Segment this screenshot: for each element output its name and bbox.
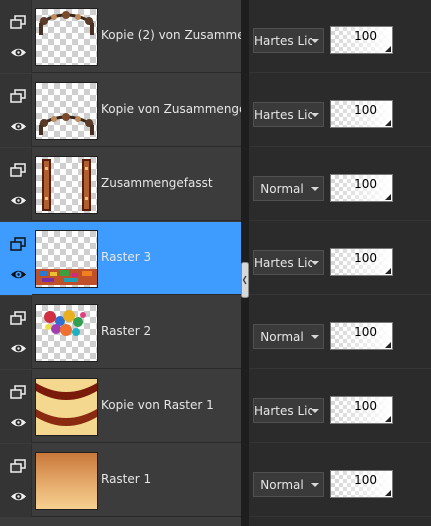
layer-properties-row: Normal 100 [249,148,431,221]
blend-mode-label: Hartes Licht [254,108,312,122]
eye-icon[interactable] [10,341,27,356]
layer-properties: Hartes Licht 100 Hartes Licht 100 Normal… [249,0,431,526]
layer-group-icon[interactable] [10,385,27,400]
layer-row[interactable]: Kopie von Raster 1 [0,370,241,443]
chevron-down-icon [311,483,319,487]
opacity-field[interactable]: 100 [330,396,393,424]
opacity-value: 100 [354,29,377,43]
blend-mode-label: Hartes Licht [254,256,312,270]
opacity-slider-handle-icon[interactable] [385,490,391,496]
layer-name[interactable]: Raster 2 [101,324,241,338]
layer-controls [0,74,32,147]
eye-icon[interactable] [10,267,27,282]
layer-thumbnail [35,230,98,288]
chevron-down-icon [311,261,319,265]
opacity-field[interactable]: 100 [330,322,393,350]
blend-mode-dropdown[interactable]: Hartes Licht [253,102,324,127]
opacity-slider-handle-icon[interactable] [385,194,391,200]
layer-name[interactable]: Raster 3 [101,250,241,264]
blend-mode-dropdown[interactable]: Hartes Licht [253,398,324,423]
splitter-handle-icon[interactable] [241,262,249,298]
layer-group-icon[interactable] [10,459,27,474]
opacity-field[interactable]: 100 [330,26,393,54]
layer-name[interactable]: Zusammengefasst [101,176,241,190]
opacity-field[interactable]: 100 [330,470,393,498]
layer-thumbnail [35,156,98,214]
eye-icon[interactable] [10,489,27,504]
chevron-down-icon [311,409,319,413]
layer-name[interactable]: Raster 1 [101,472,241,486]
layer-group-icon[interactable] [10,89,27,104]
opacity-value: 100 [354,103,377,117]
blend-mode-dropdown[interactable]: Hartes Licht [253,250,324,275]
opacity-value: 100 [354,251,377,265]
layer-thumbnail [35,378,98,436]
layer-row[interactable]: Raster 3 [0,222,241,295]
blend-mode-label: Hartes Licht [254,34,312,48]
layer-thumbnail [35,8,98,66]
blend-mode-dropdown[interactable]: Normal [253,324,324,349]
opacity-value: 100 [354,325,377,339]
eye-icon[interactable] [10,119,27,134]
eye-icon[interactable] [10,45,27,60]
opacity-slider-handle-icon[interactable] [385,342,391,348]
chevron-down-icon [311,39,319,43]
layer-thumbnail [35,304,98,362]
layer-group-icon[interactable] [10,15,27,30]
blend-mode-dropdown[interactable]: Normal [253,176,324,201]
layer-group-icon[interactable] [10,311,27,326]
opacity-value: 100 [354,473,377,487]
layer-controls [0,148,32,221]
eye-icon[interactable] [10,415,27,430]
opacity-field[interactable]: 100 [330,100,393,128]
layer-controls [0,0,32,73]
opacity-slider-handle-icon[interactable] [385,268,391,274]
layer-properties-row: Hartes Licht 100 [249,222,431,295]
layer-row[interactable]: Raster 2 [0,296,241,369]
opacity-slider-handle-icon[interactable] [385,416,391,422]
layer-properties-row: Hartes Licht 100 [249,370,431,443]
layer-properties-row: Normal 100 [249,444,431,517]
layer-row[interactable]: Zusammengefasst [0,148,241,221]
layer-name[interactable]: Kopie von Raster 1 [101,398,241,412]
layer-properties-row: Hartes Licht 100 [249,0,431,73]
layer-group-icon[interactable] [10,237,27,252]
blend-mode-label: Normal [260,330,304,344]
opacity-field[interactable]: 100 [330,174,393,202]
blend-mode-dropdown[interactable]: Hartes Licht [253,28,324,53]
layer-group-icon[interactable] [10,163,27,178]
blend-mode-dropdown[interactable]: Normal [253,472,324,497]
layer-thumbnail [35,452,98,510]
chevron-down-icon [311,187,319,191]
layer-thumbnail [35,82,98,140]
layer-controls [0,444,32,517]
layer-controls [0,370,32,443]
opacity-value: 100 [354,399,377,413]
layer-name[interactable]: Kopie von Zusammengefasst [101,102,241,116]
layer-properties-row: Normal 100 [249,296,431,369]
layers-list: Kopie (2) von Zusammengefasst Kopie von … [0,0,241,526]
opacity-slider-handle-icon[interactable] [385,46,391,52]
opacity-field[interactable]: 100 [330,248,393,276]
opacity-value: 100 [354,177,377,191]
layer-row[interactable]: Kopie von Zusammengefasst [0,74,241,147]
blend-mode-label: Hartes Licht [254,404,312,418]
layer-controls [0,222,32,295]
blend-mode-label: Normal [260,182,304,196]
blend-mode-label: Normal [260,478,304,492]
layer-properties-row: Hartes Licht 100 [249,74,431,147]
layer-controls [0,296,32,369]
layer-name[interactable]: Kopie (2) von Zusammengefasst [101,28,241,42]
layer-row[interactable]: Raster 1 [0,444,241,517]
eye-icon[interactable] [10,193,27,208]
chevron-down-icon [311,113,319,117]
chevron-down-icon [311,335,319,339]
layer-row[interactable]: Kopie (2) von Zusammengefasst [0,0,241,73]
opacity-slider-handle-icon[interactable] [385,120,391,126]
